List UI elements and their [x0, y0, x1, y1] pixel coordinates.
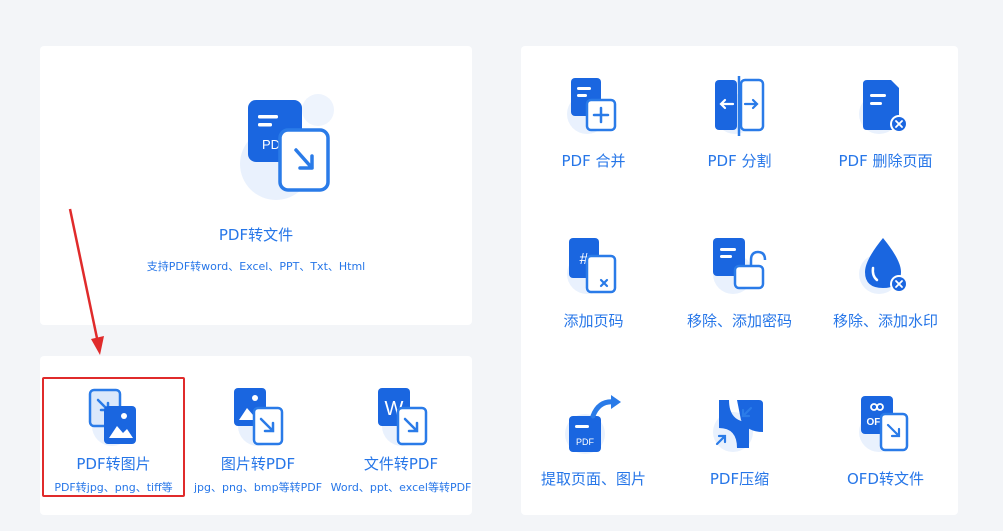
- tool-label: PDF压缩: [709, 470, 770, 488]
- tool-label: 图片转PDF: [220, 455, 296, 473]
- watermark-icon: [859, 238, 908, 294]
- tool-label: OFD转文件: [847, 470, 924, 488]
- tool-label: PDF 合并: [561, 152, 626, 170]
- merge-tool[interactable]: PDF 合并: [521, 46, 666, 196]
- pdf-convert-icon: PDF: [240, 94, 334, 200]
- file-to-pdf-tool[interactable]: W 文件转PDF Word、ppt、excel等转PDF: [330, 356, 472, 515]
- tool-label: 提取页面、图片: [540, 470, 646, 488]
- split-icon: [715, 76, 765, 136]
- split-tool[interactable]: PDF 分割: [667, 46, 812, 196]
- highlight-box: [42, 377, 185, 497]
- delete-page-tool[interactable]: PDF 删除页面: [813, 46, 958, 196]
- tool-label: 移除、添加密码: [686, 312, 792, 330]
- password-tool[interactable]: 移除、添加密码: [667, 206, 812, 356]
- red-arrow-icon: [68, 208, 104, 355]
- tool-label: PDF 删除页面: [838, 152, 933, 170]
- file-to-pdf-icon: W: [378, 388, 428, 446]
- tool-label: 添加页码: [563, 312, 624, 330]
- watermark-tool[interactable]: 移除、添加水印: [813, 206, 958, 356]
- page-number-icon: #: [567, 238, 617, 294]
- image-to-pdf-icon: [234, 388, 284, 446]
- svg-text:PDF: PDF: [576, 437, 595, 447]
- tool-label: PDF 分割: [707, 152, 772, 170]
- pdf-tools-grid: PDF 合并 PDF 分割 PDF 删除页面 # 添加页码 移除、添加密码 移除…: [521, 46, 958, 515]
- delete-page-icon: [859, 80, 908, 134]
- tool-desc: jpg、png、bmp等转PDF: [193, 481, 323, 494]
- tool-label: 移除、添加水印: [832, 312, 938, 330]
- ofd-convert-icon: OFD: [859, 396, 909, 452]
- ofd-convert-tool[interactable]: OFD OFD转文件: [813, 364, 958, 514]
- compress-tool[interactable]: PDF压缩: [667, 364, 812, 514]
- compress-icon: [713, 400, 763, 452]
- page-number-tool[interactable]: # 添加页码: [521, 206, 666, 356]
- tool-label: 文件转PDF: [363, 455, 439, 473]
- extract-tool[interactable]: PDF 提取页面、图片: [521, 364, 666, 514]
- extract-icon: PDF: [565, 395, 621, 454]
- merge-icon: [567, 78, 617, 134]
- password-lock-icon: [713, 238, 767, 294]
- image-to-pdf-tool[interactable]: 图片转PDF jpg、png、bmp等转PDF: [188, 356, 328, 515]
- tool-desc: Word、ppt、excel等转PDF: [330, 481, 472, 494]
